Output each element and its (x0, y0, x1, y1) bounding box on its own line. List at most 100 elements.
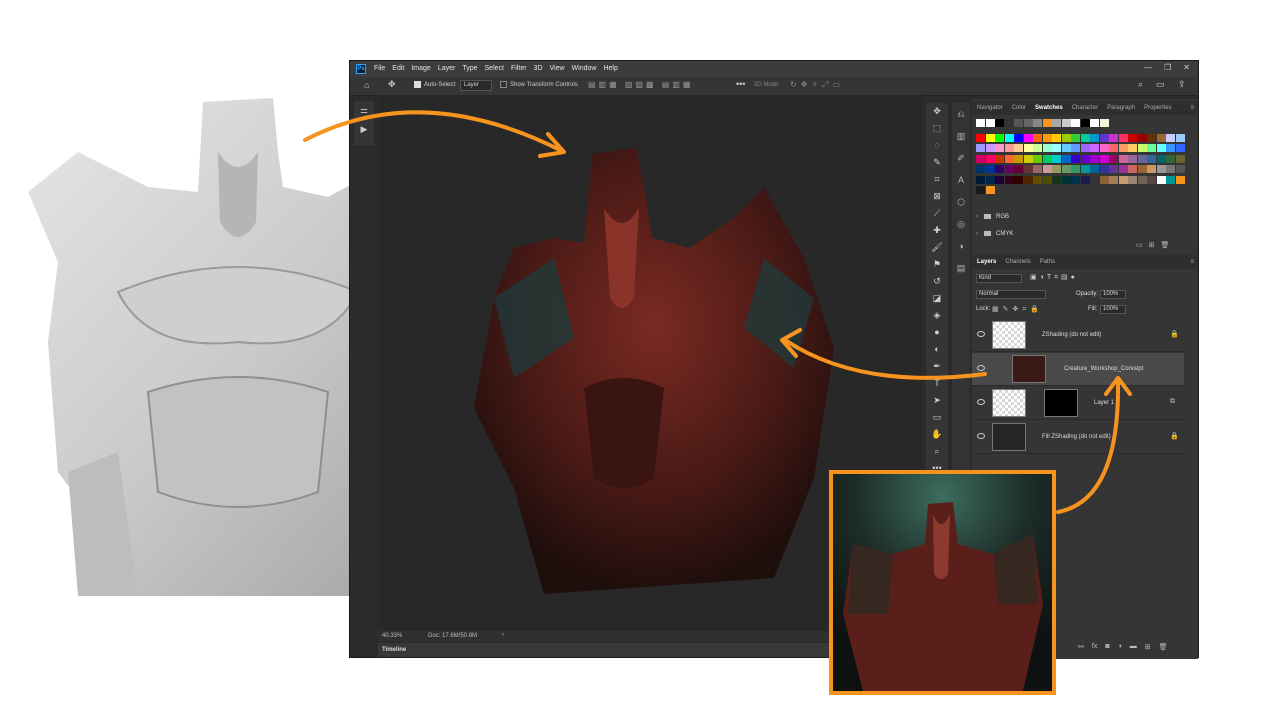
layer-row[interactable]: Fill ZShading (do not edit) 🔒 (972, 421, 1184, 454)
tab-channels[interactable]: Channels (1005, 259, 1030, 265)
swatch[interactable] (1156, 133, 1166, 142)
tab-paths[interactable]: Paths (1040, 259, 1055, 265)
link-icon[interactable]: ⚯ (1078, 643, 1084, 651)
swatch-grid[interactable] (976, 119, 1186, 211)
swatch[interactable] (1109, 144, 1118, 152)
swatch[interactable] (985, 144, 995, 152)
layer-row[interactable]: Layer 1 ⧉ (972, 387, 1184, 420)
blur-tool-icon[interactable]: ● (926, 324, 948, 341)
menu-file[interactable]: File (374, 65, 385, 72)
swatch[interactable] (1061, 175, 1071, 184)
swatch[interactable] (1014, 165, 1023, 173)
swatch[interactable] (1042, 165, 1052, 173)
swatch[interactable] (1052, 175, 1061, 184)
notes-panel-icon[interactable]: ▤ (952, 257, 970, 279)
swatch[interactable] (1090, 144, 1099, 152)
swatch[interactable] (1156, 165, 1166, 173)
swatch[interactable] (1156, 144, 1166, 152)
auto-select-dropdown[interactable]: Layer (460, 80, 492, 91)
swatch[interactable] (1042, 175, 1052, 184)
quick-select-tool-icon[interactable]: ✎ (926, 154, 948, 171)
more-options-icon[interactable]: ••• (736, 79, 745, 89)
swatch[interactable] (1033, 133, 1042, 142)
swatch[interactable] (985, 119, 995, 127)
swatch[interactable] (1147, 154, 1156, 163)
tab-swatches[interactable]: Swatches (1035, 105, 1063, 111)
swatch[interactable] (995, 165, 1004, 173)
tab-character[interactable]: Character (1072, 105, 1098, 111)
swatch[interactable] (1128, 133, 1137, 142)
swatch[interactable] (1042, 119, 1052, 127)
swatch[interactable] (1090, 154, 1099, 163)
swatch[interactable] (1175, 165, 1185, 173)
restore-button[interactable]: ❐ (1164, 63, 1171, 72)
timeline-tab[interactable]: Timeline (382, 647, 406, 653)
swatch[interactable] (1071, 154, 1080, 163)
swatch[interactable] (995, 144, 1004, 152)
zoom-tool-icon[interactable]: ⌕ (926, 443, 948, 460)
layer-row[interactable]: ZShading (do not edit) 🔒 (972, 319, 1184, 352)
swatch[interactable] (1004, 119, 1014, 127)
frame-tool-icon[interactable]: ⊠ (926, 188, 948, 205)
home-icon[interactable]: ⌂ (364, 80, 369, 90)
swatch[interactable] (1023, 133, 1033, 142)
swatch[interactable] (995, 119, 1004, 127)
swatch[interactable] (1099, 175, 1109, 184)
visibility-eye-icon[interactable] (977, 433, 985, 439)
swatch[interactable] (985, 133, 995, 142)
swatch[interactable] (976, 186, 985, 194)
path-select-tool-icon[interactable]: ➤ (926, 392, 948, 409)
swatch[interactable] (1023, 165, 1033, 173)
swatch[interactable] (1109, 165, 1118, 173)
swatch[interactable] (1147, 144, 1156, 152)
swatch[interactable] (1166, 165, 1175, 173)
swatch[interactable] (1137, 175, 1147, 184)
fx-button[interactable]: fx (1092, 643, 1097, 651)
swatch[interactable] (1109, 175, 1118, 184)
swatch[interactable] (1052, 133, 1061, 142)
visibility-eye-icon[interactable] (977, 331, 985, 337)
swatch[interactable] (1042, 154, 1052, 163)
navigator-panel-icon[interactable]: ◎ (952, 213, 970, 235)
swatch[interactable] (1014, 154, 1023, 163)
menu-3d[interactable]: 3D (534, 65, 543, 72)
3d-tools-icons[interactable]: ↻✥✧⤢▭ (790, 80, 844, 90)
properties-panel-icon[interactable]: ⚌ (354, 105, 374, 116)
swatch[interactable] (1109, 133, 1118, 142)
history-brush-tool-icon[interactable]: ↺ (926, 273, 948, 290)
swatch[interactable] (1080, 119, 1090, 127)
swatch[interactable] (976, 165, 985, 173)
swatch[interactable] (1175, 144, 1185, 152)
swatch[interactable] (1052, 119, 1061, 127)
swatch[interactable] (985, 175, 995, 184)
close-button[interactable]: ✕ (1183, 63, 1190, 72)
swatch[interactable] (1052, 144, 1061, 152)
trash-icon[interactable]: 🗑 (1159, 643, 1168, 651)
move-tool-icon[interactable]: ✥ (388, 79, 396, 90)
blend-mode-dropdown[interactable]: Normal (976, 290, 1046, 299)
swatch[interactable] (1156, 154, 1166, 163)
swatch[interactable] (1061, 119, 1071, 127)
swatch-footer-icons[interactable]: ▭⊞🗑 (1136, 241, 1175, 249)
swatch[interactable] (1175, 154, 1185, 163)
swatch[interactable] (1061, 144, 1071, 152)
swatch[interactable] (1109, 154, 1118, 163)
menu-select[interactable]: Select (485, 65, 504, 72)
swatch[interactable] (1147, 175, 1156, 184)
swatch[interactable] (1014, 133, 1023, 142)
panel-menu-icon[interactable]: ≡ (1190, 105, 1194, 111)
swatch[interactable] (976, 119, 985, 127)
stamp-tool-icon[interactable]: ⚑ (926, 256, 948, 273)
swatch[interactable] (1080, 144, 1090, 152)
swatch[interactable] (1071, 165, 1080, 173)
swatch[interactable] (1052, 165, 1061, 173)
show-transform-checkbox[interactable] (500, 81, 507, 88)
swatch[interactable] (976, 154, 985, 163)
tab-color[interactable]: Color (1012, 105, 1026, 111)
minimize-button[interactable]: — (1144, 63, 1152, 72)
layer-filter-icons[interactable]: ▣◑T⌗▤● (1030, 273, 1078, 282)
history-panel-icon[interactable]: ⎌ (952, 103, 970, 125)
swatch[interactable] (1061, 133, 1071, 142)
swatch[interactable] (1128, 144, 1137, 152)
swatch[interactable] (1004, 175, 1014, 184)
